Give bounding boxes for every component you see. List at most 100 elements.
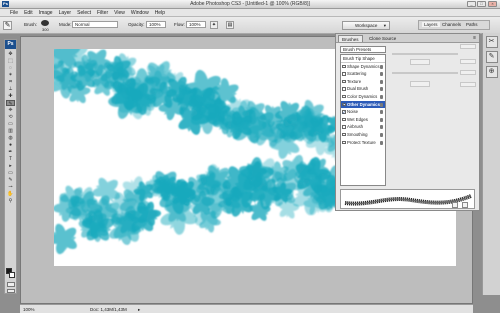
- checkbox[interactable]: [342, 79, 346, 84]
- opacity-field[interactable]: 100%: [146, 21, 166, 28]
- move-icon[interactable]: ✥: [6, 51, 15, 57]
- clone-source-icon[interactable]: ⊕: [485, 66, 498, 78]
- screen-mode-icon[interactable]: [7, 289, 15, 293]
- tab-paths[interactable]: Paths: [466, 22, 478, 27]
- checkbox[interactable]: [342, 101, 346, 108]
- slice-icon[interactable]: ⟂: [6, 86, 15, 92]
- lock-icon[interactable]: [379, 72, 383, 77]
- brush-option-scattering[interactable]: Scattering: [341, 70, 385, 78]
- close-button[interactable]: ×: [488, 1, 497, 7]
- tab-layers[interactable]: Layers: [422, 22, 440, 27]
- path-select-icon[interactable]: ▸: [6, 163, 15, 169]
- menu-items: File Edit Image Layer Select Filter View Window…: [10, 10, 165, 16]
- checkbox[interactable]: [342, 117, 346, 122]
- brush-option-airbrush[interactable]: Airbrush: [341, 123, 385, 131]
- status-arrow-icon[interactable]: ▸: [138, 307, 140, 313]
- delete-brush-icon[interactable]: [462, 202, 468, 208]
- checkbox[interactable]: [342, 72, 346, 76]
- zoom-level[interactable]: 100%: [23, 307, 35, 312]
- pen-icon[interactable]: ✒: [6, 149, 15, 155]
- brush-option-dual-brush[interactable]: Dual Brush: [341, 85, 385, 93]
- lock-icon[interactable]: [379, 87, 383, 92]
- eyedropper-icon[interactable]: ⊸: [6, 184, 15, 190]
- dodge-icon[interactable]: ●: [6, 142, 15, 148]
- menu-edit[interactable]: Edit: [24, 10, 33, 16]
- brush-option-label: Smoothing: [347, 131, 368, 137]
- checkbox[interactable]: [342, 132, 346, 137]
- brush-option-wet-edges[interactable]: Wet Edges: [341, 116, 385, 124]
- notes-icon[interactable]: ✎: [6, 177, 15, 183]
- lock-icon[interactable]: [379, 125, 383, 130]
- brush-option-protect-texture[interactable]: Protect Texture: [341, 139, 385, 147]
- brush-size: 300: [42, 27, 49, 32]
- brush-option-shape-dynamics[interactable]: Shape Dynamics: [341, 63, 385, 71]
- lock-icon[interactable]: [379, 110, 383, 115]
- tab-brushes[interactable]: Brushes: [338, 35, 363, 42]
- tools-panel-icon[interactable]: ✂: [485, 36, 498, 48]
- control-select: [410, 59, 430, 65]
- hand-icon[interactable]: ✋: [6, 191, 15, 197]
- brush-option-other-dynamics[interactable]: Other Dynamics: [341, 100, 385, 109]
- zoom-icon[interactable]: ⚲: [6, 198, 15, 204]
- brush-option-color-dynamics[interactable]: Color Dynamics: [341, 93, 385, 101]
- history-brush-icon[interactable]: ⟲: [6, 114, 15, 120]
- lock-icon[interactable]: [379, 132, 383, 137]
- menu-select[interactable]: Select: [77, 10, 91, 16]
- brushes-panel-icon[interactable]: ✎: [485, 51, 498, 63]
- workspace-button[interactable]: Workspace ▾: [342, 21, 390, 30]
- checkbox[interactable]: [342, 140, 346, 145]
- lock-icon[interactable]: [379, 117, 383, 122]
- brush-option-smoothing[interactable]: Smoothing: [341, 131, 385, 139]
- crop-icon[interactable]: ⌗: [6, 79, 15, 85]
- maximize-button[interactable]: □: [477, 1, 486, 7]
- menu-image[interactable]: Image: [39, 10, 53, 16]
- tab-clone-source[interactable]: Clone Source: [366, 35, 399, 42]
- menu-filter[interactable]: Filter: [97, 10, 108, 16]
- menu-window[interactable]: Window: [131, 10, 149, 16]
- healing-icon[interactable]: ✚: [6, 93, 15, 99]
- lasso-icon[interactable]: ◌: [6, 65, 15, 71]
- background-color-swatch[interactable]: [9, 272, 15, 278]
- lock-icon[interactable]: [379, 140, 383, 145]
- checkbox[interactable]: [342, 87, 346, 91]
- brush-dot-icon[interactable]: [41, 20, 49, 26]
- quick-mask-icon[interactable]: [7, 282, 15, 287]
- menu-bar: File Edit Image Layer Select Filter View Window…: [0, 9, 500, 17]
- menu-view[interactable]: View: [114, 10, 125, 16]
- checkbox[interactable]: [342, 64, 346, 69]
- checkbox[interactable]: [342, 125, 346, 129]
- menu-help[interactable]: Help: [155, 10, 165, 16]
- tab-channels[interactable]: Channels: [442, 22, 461, 27]
- menu-layer[interactable]: Layer: [59, 10, 72, 16]
- workspace-label: Workspace: [355, 23, 378, 28]
- magic-wand-icon[interactable]: ✶: [6, 72, 15, 78]
- brush-presets-button[interactable]: Brush Presets: [340, 46, 386, 53]
- gradient-icon[interactable]: ▥: [6, 128, 15, 134]
- type-icon[interactable]: T: [6, 156, 15, 162]
- marquee-icon[interactable]: ⬚: [6, 58, 15, 64]
- shape-icon[interactable]: ▭: [6, 170, 15, 176]
- blur-icon[interactable]: ◍: [6, 135, 15, 141]
- doc-size: Doc: 1,43M/1,43M: [90, 307, 127, 312]
- mode-select[interactable]: Normal: [72, 21, 118, 28]
- brush-option-texture[interactable]: Texture: [341, 78, 385, 86]
- stamp-icon[interactable]: ⎈: [6, 107, 15, 113]
- lock-icon[interactable]: [379, 79, 383, 84]
- menu-file[interactable]: File: [10, 10, 18, 16]
- lock-icon[interactable]: [379, 102, 383, 107]
- minimize-button[interactable]: _: [467, 1, 476, 7]
- lock-icon[interactable]: [379, 64, 383, 69]
- brush-icon[interactable]: ✎: [6, 100, 15, 107]
- eraser-icon[interactable]: ▭: [6, 121, 15, 127]
- airbrush-icon[interactable]: ✦: [210, 21, 218, 29]
- brush-option-brush-tip-shape[interactable]: Brush Tip Shape: [341, 55, 385, 63]
- panel-menu-icon[interactable]: ≡: [473, 35, 476, 41]
- checkbox[interactable]: [342, 94, 346, 99]
- brush-option-noise[interactable]: Noise: [341, 108, 385, 116]
- new-brush-icon[interactable]: [452, 202, 458, 208]
- brush-tool-preset-icon[interactable]: ✎: [3, 21, 12, 30]
- checkbox[interactable]: [342, 109, 346, 115]
- palette-toggle-icon[interactable]: ▤: [226, 21, 234, 29]
- lock-icon[interactable]: [379, 94, 383, 99]
- flow-field[interactable]: 100%: [186, 21, 206, 28]
